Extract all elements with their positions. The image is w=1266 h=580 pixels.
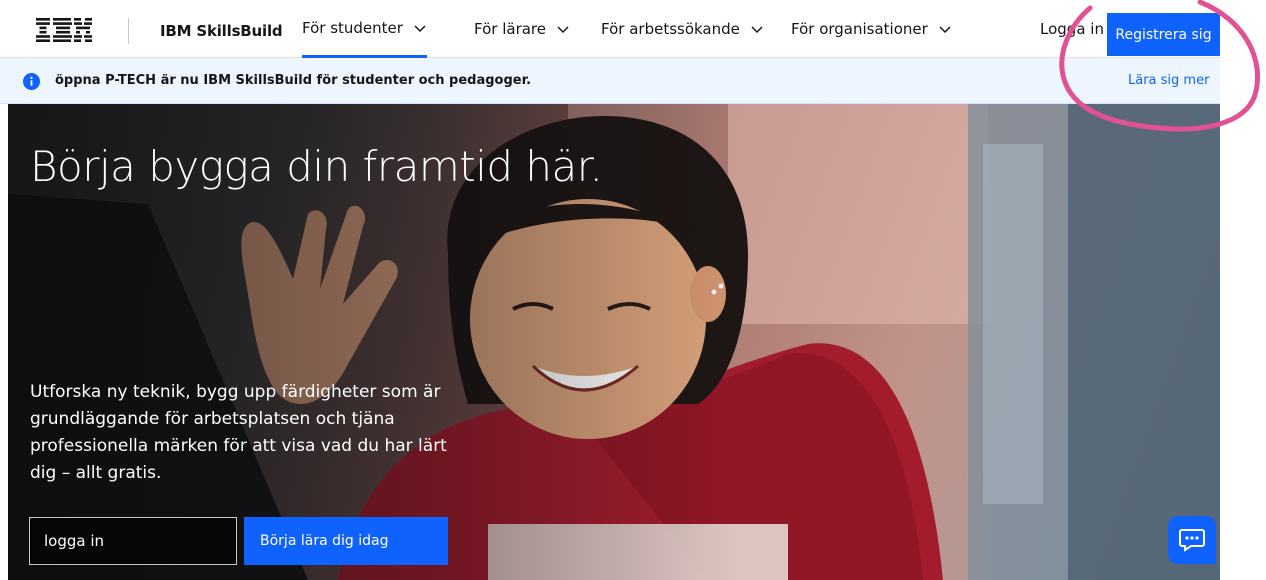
chevron-down-icon [413, 21, 427, 35]
nav-item-label: För organisationer [791, 20, 928, 38]
nav-item-label: För arbetssökande [601, 20, 740, 38]
nav-item-label: För lärare [474, 20, 546, 38]
chevron-down-icon [938, 22, 952, 36]
ibm-logo[interactable] [36, 18, 92, 42]
register-button[interactable]: Registrera sig [1107, 13, 1220, 56]
hero-description: Utforska ny teknik, bygg upp färdigheter… [30, 382, 447, 483]
nav-item-label: För studenter [302, 18, 403, 37]
info-icon [23, 73, 40, 90]
chat-icon [1179, 529, 1205, 552]
nav-item-jobseekers[interactable]: För arbetssökande [601, 0, 764, 58]
hero-title: Börja bygga din framtid här. [30, 142, 603, 191]
hero-section: Börja bygga din framtid här. Utforska ny… [8, 104, 1220, 580]
start-learning-button[interactable]: Börja lära dig idag [244, 517, 448, 565]
info-banner: öppna P-TECH är nu IBM SkillsBuild för s… [0, 58, 1220, 104]
nav-item-teachers[interactable]: För lärare [474, 0, 570, 58]
banner-message: öppna P-TECH är nu IBM SkillsBuild för s… [55, 73, 532, 88]
chevron-down-icon [750, 22, 764, 36]
logo-divider [128, 18, 129, 44]
brand-name[interactable]: IBM SkillsBuild [160, 22, 283, 40]
chat-button[interactable] [1168, 516, 1216, 564]
learn-more-link[interactable]: Lära sig mer [1128, 73, 1209, 88]
chevron-down-icon [556, 22, 570, 36]
login-link[interactable]: Logga in [1040, 0, 1104, 58]
login-input[interactable]: logga in [29, 517, 237, 565]
nav-item-organizations[interactable]: För organisationer [791, 0, 952, 58]
nav-item-students[interactable]: För studenter [302, 0, 427, 58]
top-navigation: IBM SkillsBuild För studenter För lärare… [0, 0, 1220, 58]
